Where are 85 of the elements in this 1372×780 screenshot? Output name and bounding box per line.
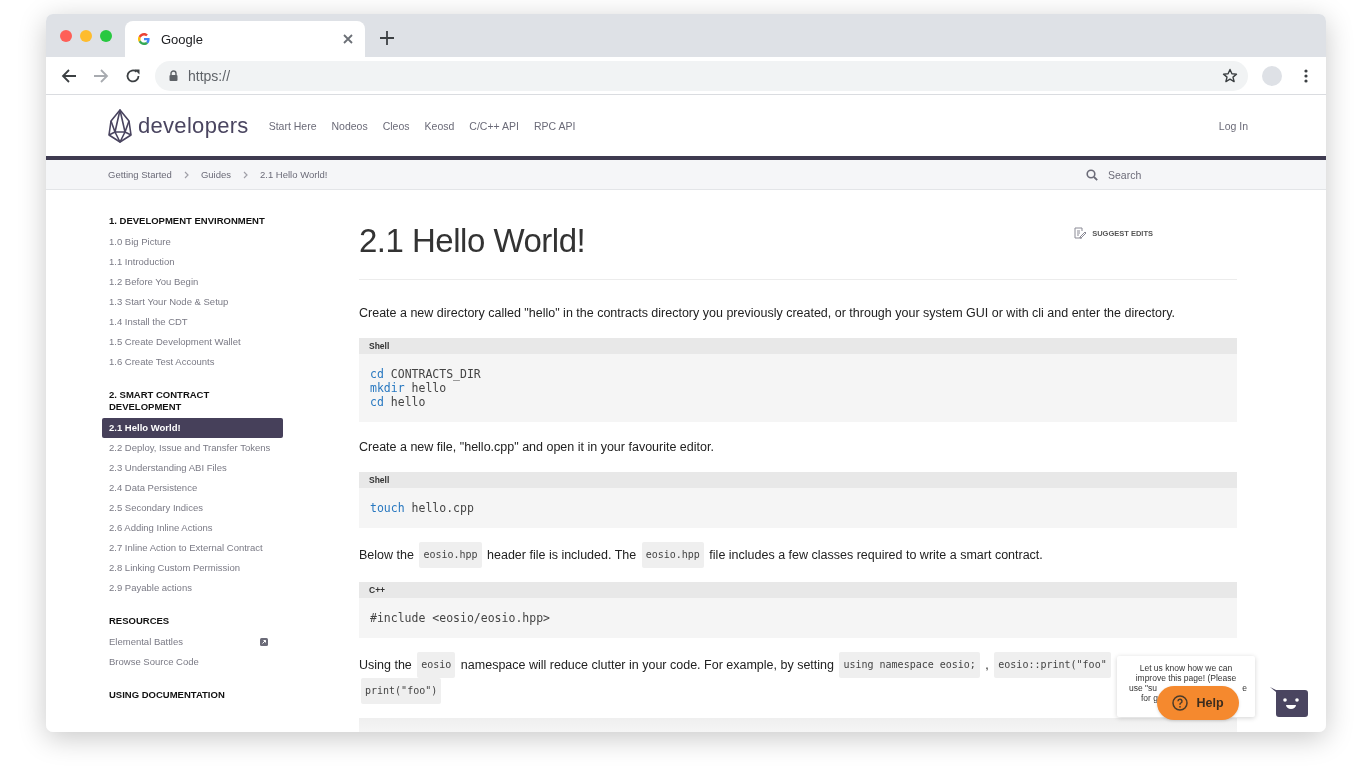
star-icon[interactable] <box>1222 67 1238 84</box>
inline-code: print("foo") <box>361 678 442 704</box>
new-tab-icon[interactable] <box>380 31 394 45</box>
section-heading: 1. DEVELOPMENT ENVIRONMENT <box>108 215 266 227</box>
sidebar-item[interactable]: 1.4 Install the CDT <box>102 312 283 332</box>
code-text: hello <box>410 381 447 395</box>
google-icon <box>137 32 151 46</box>
section-heading: USING DOCUMENTATION <box>108 689 226 701</box>
sidebar-item[interactable]: 2.7 Inline Action to External Contract <box>102 538 283 558</box>
sidebar-item[interactable]: Browse Source Code <box>102 652 283 672</box>
chevron-icon <box>243 170 248 179</box>
sidebar-item[interactable]: 2.8 Linking Custom Permission <box>102 558 283 578</box>
sidebar-item[interactable]: 2.4 Data Persistence <box>102 478 283 498</box>
lock-icon <box>169 70 178 81</box>
paragraph-text: header file is included. The <box>486 547 638 564</box>
code-language: C++ <box>369 585 386 595</box>
inline-code: eosio.hpp <box>419 542 482 568</box>
nav-link[interactable]: Cleos <box>382 119 410 132</box>
section-heading: RESOURCES <box>108 615 171 627</box>
reload-icon[interactable] <box>125 67 141 84</box>
sidebar-item[interactable]: 1.3 Start Your Node & Setup <box>102 292 283 312</box>
nav-link[interactable]: Nodeos <box>331 119 368 132</box>
tooltip-text: for g <box>1141 693 1158 703</box>
sidebar-item[interactable]: 2.1 Hello World! <box>102 418 283 438</box>
code-keyword: cd <box>370 367 384 381</box>
sidebar-item[interactable]: 1.5 Create Development Wallet <box>102 332 283 352</box>
logo-icon[interactable] <box>108 108 132 143</box>
nav-link[interactable]: RPC API <box>533 119 576 132</box>
chevron-icon <box>183 170 189 179</box>
tab-title: Google <box>161 31 204 47</box>
help-icon <box>1172 695 1189 711</box>
address-bar[interactable]: https:// <box>155 60 1248 91</box>
sidebar-item[interactable]: 2.3 Understanding ABI Files <box>102 458 283 478</box>
sidebar-item[interactable]: 1.0 Big Picture <box>102 232 283 252</box>
sidebar-item[interactable]: 2.5 Secondary Indices <box>102 498 283 518</box>
page-title: 2.1 Hello World! <box>359 222 586 260</box>
search-icon <box>1086 168 1098 181</box>
code-language: Shell <box>369 341 390 351</box>
tooltip-text: Let us know how we can <box>1138 663 1234 673</box>
paragraph-text: Using the <box>359 657 413 674</box>
code-text: #include <eosio/eosio.hpp> <box>370 611 550 625</box>
inline-code: eosio <box>417 652 456 678</box>
sidebar-item[interactable]: 2.2 Deploy, Issue and Transfer Tokens <box>102 438 283 458</box>
paragraph-text: , <box>984 657 990 674</box>
sidebar-item[interactable]: 2.9 Payable actions <box>102 578 283 598</box>
inline-code: eosio::print("foo" <box>994 652 1111 678</box>
breadcrumb-link[interactable]: 2.1 Hello World! <box>260 169 328 180</box>
inline-code: eosio.hpp <box>641 542 704 568</box>
back-icon[interactable] <box>61 67 77 84</box>
browser-tab[interactable]: Google <box>125 21 365 57</box>
menu-icon[interactable] <box>1304 68 1308 83</box>
tooltip-text: improve this page! (Please <box>1134 673 1238 683</box>
code-text: hello.cpp <box>410 501 474 515</box>
login-link[interactable]: Log In <box>1218 119 1248 132</box>
code-text: hello <box>389 395 426 409</box>
breadcrumb-link[interactable]: Getting Started <box>108 169 172 180</box>
breadcrumb-link[interactable]: Guides <box>200 169 231 180</box>
paragraph-text: Create a new file, "hello.cpp" and open it in your favourite editor. <box>359 439 714 456</box>
close-icon[interactable] <box>343 34 353 44</box>
tooltip-text: use "su <box>1129 683 1158 693</box>
nav-link[interactable]: Keosd <box>424 119 455 132</box>
paragraph-text: Below the <box>359 547 415 564</box>
edit-icon <box>1074 227 1087 239</box>
help-button[interactable]: Help <box>1157 686 1239 720</box>
paragraph-text: file includes a few classes required to write a smart contract. <box>708 547 1043 564</box>
code-keyword: touch <box>370 501 405 515</box>
search-field[interactable]: Search <box>1108 168 1258 181</box>
sidebar-item[interactable]: Elemental Battles <box>102 632 283 652</box>
code-keyword: cd <box>370 395 384 409</box>
code-keyword: mkdir <box>370 381 405 395</box>
nav-link[interactable]: C/C++ API <box>469 119 519 132</box>
chat-bot-icon[interactable] <box>1270 687 1308 717</box>
tooltip-text: e <box>1242 683 1247 693</box>
nav-link[interactable]: Start Here <box>268 119 317 132</box>
logo-text[interactable]: developers <box>138 112 249 139</box>
code-text: CONTRACTS_DIR <box>389 367 481 381</box>
sidebar-item[interactable]: 2.6 Adding Inline Actions <box>102 518 283 538</box>
sidebar-item[interactable]: 1.1 Introduction <box>102 252 283 272</box>
sidebar-item[interactable]: 1.6 Create Test Accounts <box>102 352 283 372</box>
paragraph-text: Create a new directory called "hello" in the contracts directory you previously created, or through your system GUI or with cli and enter the directory. <box>359 305 1175 322</box>
inline-code: using namespace eosio; <box>839 652 980 678</box>
section-heading: 2. SMART CONTRACT DEVELOPMENT <box>108 389 211 413</box>
code-language: Shell <box>369 475 390 485</box>
sidebar-item[interactable]: 1.2 Before You Begin <box>102 272 283 292</box>
paragraph-text: namespace will reduce clutter in your code. For example, by setting <box>459 657 835 674</box>
